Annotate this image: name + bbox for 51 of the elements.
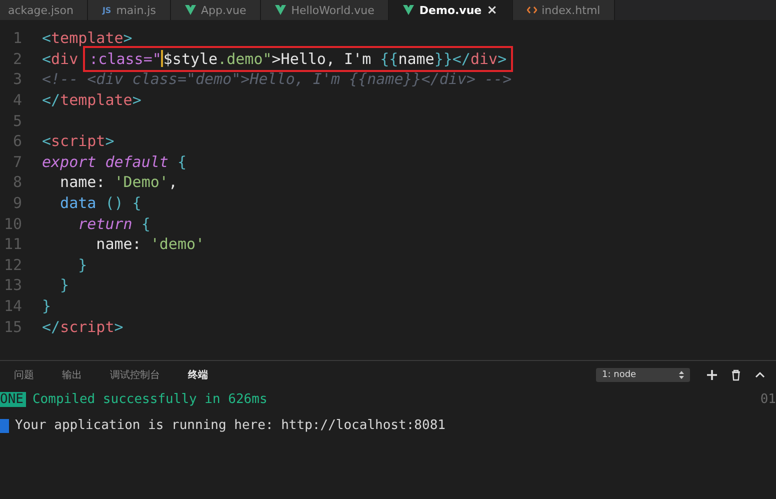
line-number: 2 xyxy=(12,50,22,68)
line-number: 13 xyxy=(2,276,22,294)
code-line: <script> xyxy=(42,132,114,150)
code-line: <div xyxy=(42,50,80,68)
file-tab[interactable]: App.vue xyxy=(170,0,262,20)
file-tab[interactable]: HelloWorld.vue xyxy=(261,0,390,20)
file-tab[interactable]: index.html xyxy=(512,0,616,20)
code-line: export default { xyxy=(42,152,186,171)
line-number: 8 xyxy=(12,173,22,192)
file-tab[interactable]: Demo.vue × xyxy=(389,0,513,20)
close-icon[interactable]: × xyxy=(486,2,498,18)
code-line: } xyxy=(59,276,70,294)
vue-logo-icon xyxy=(403,5,414,15)
trash-icon[interactable] xyxy=(730,369,742,381)
highlight-box: :class="$style.demo">Hello, I'm {{name}}</div> xyxy=(83,46,513,72)
line-number: 5 xyxy=(12,112,22,130)
updown-icon xyxy=(679,371,684,379)
line-number: 4 xyxy=(12,91,22,110)
code-line: data () { xyxy=(59,194,142,212)
code-line: } xyxy=(77,256,88,274)
line-number: 14 xyxy=(2,297,22,316)
line-number: 7 xyxy=(12,152,22,171)
code-line: <template> xyxy=(42,29,132,48)
vue-logo-icon xyxy=(184,5,196,15)
terminal-time: 01 xyxy=(760,392,776,407)
info-marker xyxy=(0,418,9,432)
code-line: } xyxy=(42,297,52,316)
line-number: 15 xyxy=(2,318,22,336)
terminal-text: Your application is running here: http://localhost:8081 xyxy=(15,418,446,433)
plus-icon[interactable] xyxy=(706,369,718,381)
terminal-select[interactable]: 1: node xyxy=(596,368,690,382)
line-number: 6 xyxy=(12,132,22,150)
code-line: </template> xyxy=(42,91,142,110)
line-number: 3 xyxy=(12,70,22,88)
code-line: name: 'Demo', xyxy=(59,173,178,192)
status-badge: ONE xyxy=(0,392,26,407)
js-file-icon: JS xyxy=(102,6,112,14)
line-number: 12 xyxy=(2,256,22,274)
code-line: name: 'demo' xyxy=(95,235,205,254)
file-tab[interactable]: ackage.json xyxy=(0,0,88,20)
code-line: </script> xyxy=(42,318,124,336)
terminal-text: Compiled successfully in 626ms xyxy=(32,392,268,407)
vue-logo-icon xyxy=(275,5,286,15)
line-number: 1 xyxy=(12,29,22,48)
code-brackets-icon xyxy=(526,6,537,14)
line-number: 11 xyxy=(2,235,22,254)
line-number: 9 xyxy=(12,194,22,212)
line-number: 10 xyxy=(2,214,22,233)
code-line: return { xyxy=(77,214,150,233)
code-line: <!-- <div class="demo">Hello, I'm {{name}}</div> --> xyxy=(42,70,512,88)
file-tab[interactable]: JS main.js xyxy=(88,0,171,20)
